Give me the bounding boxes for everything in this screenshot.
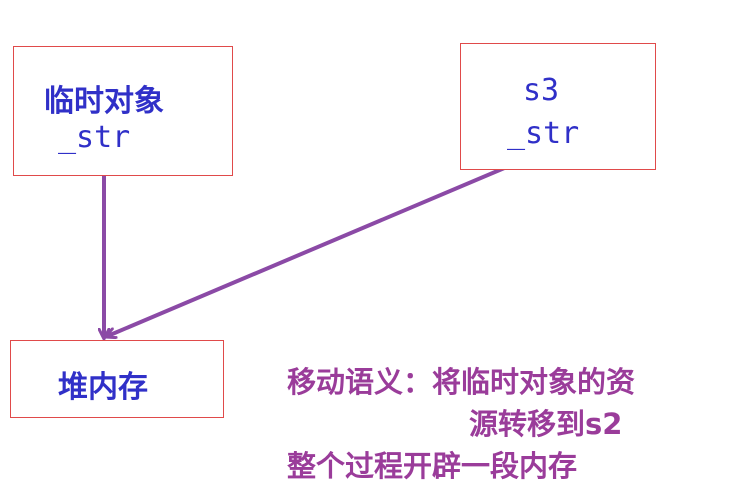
s3-title: s3: [523, 73, 560, 108]
s3-field: _str: [507, 116, 580, 151]
caption-line-1: 移动语义：将临时对象的资: [287, 365, 636, 399]
caption-line-2: 源转移到s2: [469, 407, 623, 441]
arrow-s3-to-heap: [110, 156, 530, 335]
heap-memory-title: 堆内存: [58, 370, 148, 405]
temp-object-field: _str: [58, 120, 131, 155]
caption-line-3: 整个过程开辟一段内存: [287, 449, 578, 483]
temp-object-title: 临时对象: [44, 84, 164, 119]
